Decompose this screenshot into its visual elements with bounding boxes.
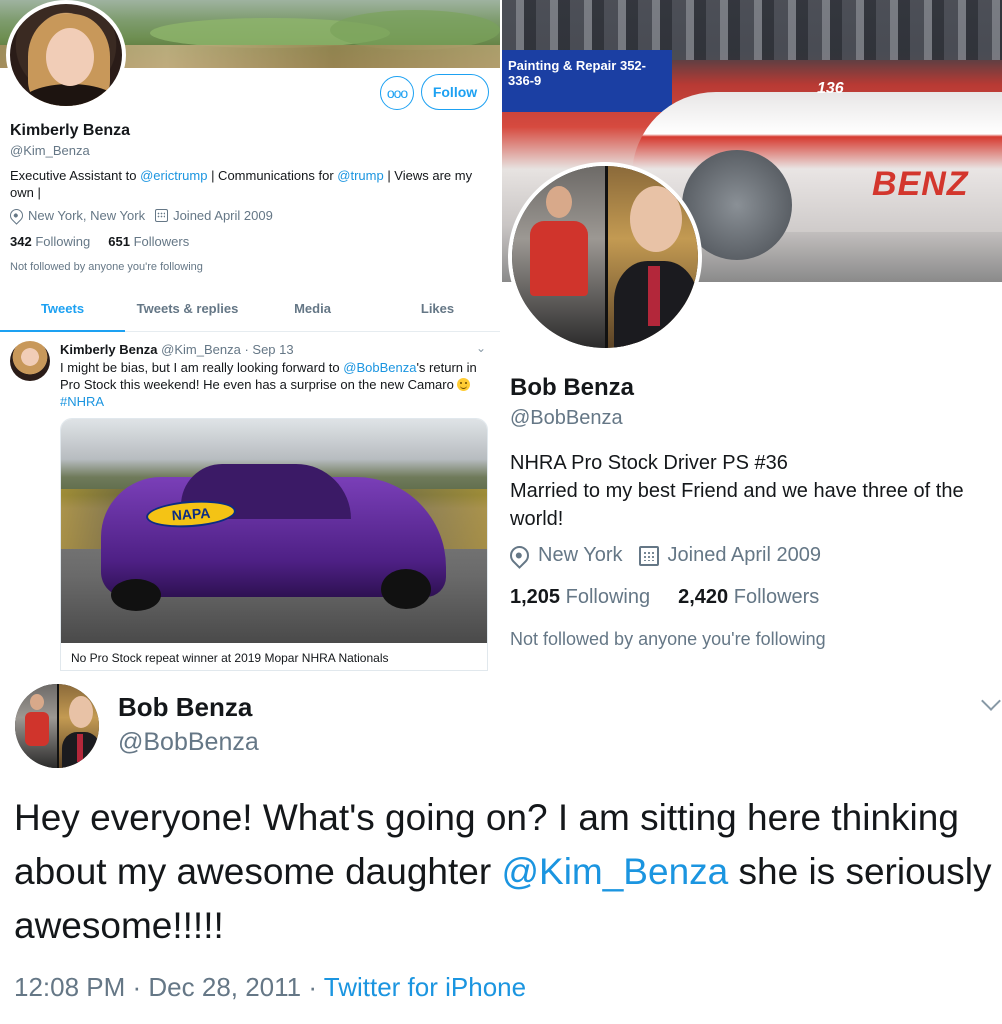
followers-count-link[interactable]: 2,420 Followers bbox=[678, 586, 819, 609]
banner-sign: Painting & Repair 352-336-9 bbox=[502, 50, 672, 112]
following-count-link[interactable]: 342 Following bbox=[10, 234, 90, 249]
profile-bio: NHRA Pro Stock Driver PS #36 Married to … bbox=[510, 449, 1002, 533]
followers-count: 651 bbox=[108, 234, 130, 249]
bob-profile-avatar[interactable] bbox=[508, 162, 702, 352]
calendar-icon bbox=[638, 545, 659, 566]
profile-name: Bob Benza bbox=[510, 374, 635, 401]
profile-meta: New York, New York Joined April 2009 bbox=[7, 206, 273, 225]
tab-tweets[interactable]: Tweets bbox=[0, 290, 125, 332]
profile-handle: @Kim_Benza bbox=[10, 143, 90, 158]
mention-link[interactable]: @erictrump bbox=[140, 168, 207, 183]
followers-label: Followers bbox=[733, 586, 820, 608]
following-label: Following bbox=[35, 234, 91, 249]
tweet-text-part: I might be bias, but I am really looking… bbox=[60, 360, 344, 375]
banner-car-name: BENZ bbox=[872, 165, 969, 203]
following-label: Following bbox=[565, 586, 651, 608]
bio-line: NHRA Pro Stock Driver PS #36 bbox=[510, 452, 788, 474]
tab-tweets-replies[interactable]: Tweets & replies bbox=[125, 290, 250, 331]
follow-button[interactable]: Follow bbox=[421, 74, 489, 110]
following-count: 1,205 bbox=[510, 586, 561, 608]
tweet-author-name[interactable]: Bob Benza bbox=[118, 692, 252, 723]
tweet-author-handle[interactable]: @BobBenza bbox=[118, 728, 259, 757]
followers-count-link[interactable]: 651 Followers bbox=[108, 234, 189, 249]
profile-joined: Joined April 2009 bbox=[638, 544, 821, 567]
location-pin-icon bbox=[506, 542, 533, 569]
chevron-down-icon[interactable] bbox=[981, 691, 1001, 711]
bob-tweet-panel[interactable]: Bob Benza @BobBenza Hey everyone! What's… bbox=[0, 674, 1002, 1024]
tweet-text: I might be bias, but I am really looking… bbox=[60, 359, 485, 410]
banner-car-number: 136 bbox=[817, 80, 844, 97]
card-image: NAPA bbox=[61, 419, 487, 643]
tweet-avatar[interactable] bbox=[15, 684, 99, 768]
joined-text: Joined April 2009 bbox=[173, 208, 273, 223]
profile-joined: Joined April 2009 bbox=[155, 208, 273, 223]
not-followed-notice: Not followed by anyone you're following bbox=[10, 261, 203, 273]
hashtag-link[interactable]: #NHRA bbox=[60, 394, 104, 409]
profile-handle: @BobBenza bbox=[510, 407, 623, 429]
bio-text: | Communications for bbox=[207, 168, 338, 183]
followers-count: 2,420 bbox=[678, 586, 729, 608]
profile-location: New York, New York bbox=[7, 206, 146, 225]
profile-counts: 342 Following 651 Followers bbox=[10, 234, 189, 249]
tweet-handle-date: @Kim_Benza · Sep 13 bbox=[161, 342, 294, 357]
more-options-icon[interactable]: ooo bbox=[380, 76, 414, 110]
mention-link[interactable]: @Kim_Benza bbox=[501, 851, 728, 892]
kim-profile-panel: ooo Follow Kimberly Benza @Kim_Benza Exe… bbox=[0, 0, 500, 672]
mention-link[interactable]: @BobBenza bbox=[343, 360, 416, 375]
profile-meta: New York Joined April 2009 bbox=[506, 542, 821, 569]
tab-likes[interactable]: Likes bbox=[375, 290, 500, 331]
location-pin-icon bbox=[7, 206, 26, 225]
tweet-text: Hey everyone! What's going on? I am sitt… bbox=[14, 791, 999, 953]
smiley-emoji-icon bbox=[457, 378, 471, 391]
tweet-author-name[interactable]: Kimberly Benza bbox=[60, 342, 158, 357]
bio-text: Executive Assistant to bbox=[10, 168, 141, 183]
tweet-avatar[interactable] bbox=[10, 341, 50, 381]
calendar-icon bbox=[155, 209, 169, 222]
not-followed-notice: Not followed by anyone you're following bbox=[510, 629, 826, 649]
location-text: New York bbox=[538, 544, 623, 566]
profile-name: Kimberly Benza bbox=[10, 122, 131, 139]
profile-bio: Executive Assistant to @erictrump | Comm… bbox=[10, 167, 488, 201]
following-count-link[interactable]: 1,205 Following bbox=[510, 586, 650, 609]
profile-counts: 1,205 Following 2,420 Followers bbox=[510, 586, 819, 609]
kim-profile-avatar[interactable] bbox=[6, 0, 126, 110]
tweet-footer: 12:08 PM · Dec 28, 2011 · Twitter for iP… bbox=[14, 972, 526, 1003]
following-count: 342 bbox=[10, 234, 32, 249]
tweet-source-link[interactable]: Twitter for iPhone bbox=[324, 972, 526, 1002]
card-title: No Pro Stock repeat winner at 2019 Mopar… bbox=[71, 651, 389, 665]
followers-label: Followers bbox=[133, 234, 190, 249]
location-text: New York, New York bbox=[28, 208, 146, 223]
link-card[interactable]: NAPA No Pro Stock repeat winner at 2019 … bbox=[60, 418, 488, 671]
mention-link[interactable]: @trump bbox=[337, 168, 383, 183]
tweet-timestamp[interactable]: 12:08 PM · Dec 28, 2011 · bbox=[14, 972, 324, 1002]
bio-line: Married to my best Friend and we have th… bbox=[510, 480, 964, 530]
profile-location: New York bbox=[506, 542, 623, 569]
chevron-down-icon[interactable]: ⌄ bbox=[476, 341, 486, 355]
tweet-header: Kimberly Benza @Kim_Benza · Sep 13 bbox=[60, 342, 294, 357]
tweet[interactable]: Kimberly Benza @Kim_Benza · Sep 13 ⌄ I m… bbox=[0, 333, 500, 672]
joined-text: Joined April 2009 bbox=[667, 544, 821, 566]
profile-tabs: Tweets Tweets & replies Media Likes bbox=[0, 290, 500, 332]
tab-media[interactable]: Media bbox=[250, 290, 375, 331]
bob-profile-panel: Painting & Repair 352-336-9 136 BENZ Bob… bbox=[502, 0, 1002, 672]
